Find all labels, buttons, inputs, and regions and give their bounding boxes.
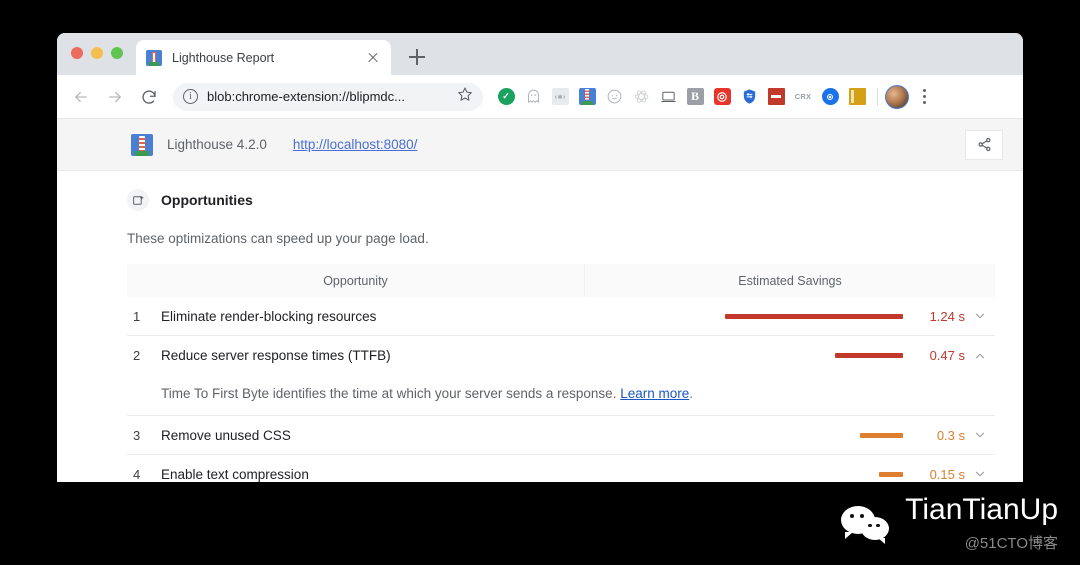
wechat-icon bbox=[841, 504, 897, 544]
checkmark-green-icon[interactable]: ✓ bbox=[493, 84, 519, 110]
new-tab-button[interactable] bbox=[405, 45, 429, 69]
row-description-text: Time To First Byte identifies the time a… bbox=[161, 386, 621, 401]
browser-window: Lighthouse Report i blob:chrome-extensio… bbox=[57, 33, 1023, 482]
table-row[interactable]: 2 Reduce server response times (TTFB) 0.… bbox=[127, 336, 995, 375]
lighthouse-report: Lighthouse 4.2.0 http://localhost:8080/ … bbox=[57, 119, 1023, 482]
code-brackets-icon[interactable]: ‹∗› bbox=[547, 84, 573, 110]
row-value: 0.15 s bbox=[929, 466, 965, 482]
book-icon[interactable] bbox=[844, 84, 870, 110]
target-spiral-icon[interactable] bbox=[709, 84, 735, 110]
row-index: 1 bbox=[133, 308, 141, 324]
learn-more-link[interactable]: Learn more bbox=[620, 386, 689, 401]
bold-b-icon[interactable]: B bbox=[682, 84, 708, 110]
lighthouse-favicon-icon bbox=[146, 49, 162, 66]
row-index: 4 bbox=[133, 466, 141, 482]
table-row[interactable]: 1 Eliminate render-blocking resources 1.… bbox=[127, 297, 995, 336]
report-body: Opportunities These optimizations can sp… bbox=[57, 171, 1023, 482]
opportunities-icon bbox=[127, 189, 149, 211]
chrome-menu-button[interactable] bbox=[913, 84, 935, 110]
row-index: 3 bbox=[133, 427, 141, 443]
site-info-icon[interactable]: i bbox=[183, 89, 198, 104]
forward-button[interactable] bbox=[101, 83, 129, 111]
reload-button[interactable] bbox=[135, 83, 163, 111]
savings-bar bbox=[835, 353, 903, 358]
lighthouse-logo-icon bbox=[131, 133, 153, 156]
audited-url-link[interactable]: http://localhost:8080/ bbox=[293, 137, 418, 152]
maximize-window-button[interactable] bbox=[111, 47, 123, 59]
close-tab-icon[interactable] bbox=[365, 50, 381, 66]
section-header: Opportunities bbox=[127, 189, 963, 211]
savings-bar-container bbox=[697, 353, 907, 358]
savings-bar-container bbox=[697, 313, 907, 319]
watermark-subtitle: @51CTO博客 bbox=[964, 535, 1058, 552]
laptop-icon[interactable] bbox=[655, 84, 681, 110]
shield-icon[interactable] bbox=[736, 84, 762, 110]
savings-bar-container bbox=[697, 432, 907, 438]
crx-icon[interactable]: CRX bbox=[790, 84, 816, 110]
window-controls bbox=[71, 47, 123, 59]
bookmark-star-icon[interactable] bbox=[457, 86, 473, 107]
chevron-down-icon[interactable] bbox=[965, 428, 995, 442]
address-bar-url: blob:chrome-extension://blipmdc... bbox=[207, 89, 405, 104]
row-value: 0.47 s bbox=[929, 348, 965, 363]
watermark-title: TianTianUp bbox=[905, 493, 1058, 526]
row-description: Time To First Byte identifies the time a… bbox=[127, 375, 995, 416]
smiley-circle-icon[interactable] bbox=[601, 84, 627, 110]
ghost-icon[interactable] bbox=[520, 84, 546, 110]
chevron-down-icon[interactable] bbox=[965, 309, 995, 323]
table-row[interactable]: 4 Enable text compression 0.15 s bbox=[127, 455, 995, 482]
savings-bar-container bbox=[697, 471, 907, 477]
chevron-up-icon[interactable] bbox=[965, 349, 995, 363]
column-header-estimated-savings: Estimated Savings bbox=[585, 264, 995, 297]
tab-title: Lighthouse Report bbox=[172, 50, 275, 65]
tab-strip: Lighthouse Report bbox=[57, 33, 1023, 75]
row-value: 0.3 s bbox=[936, 427, 965, 443]
savings-bar bbox=[879, 471, 903, 477]
toolbar-divider bbox=[877, 87, 878, 106]
table-header-row: Opportunity Estimated Savings bbox=[127, 264, 995, 297]
section-description: These optimizations can speed up your pa… bbox=[127, 231, 429, 246]
column-header-opportunity: Opportunity bbox=[127, 264, 585, 297]
minimize-window-button[interactable] bbox=[91, 47, 103, 59]
react-atom-icon[interactable] bbox=[628, 84, 654, 110]
report-header: Lighthouse 4.2.0 http://localhost:8080/ bbox=[57, 119, 1023, 171]
browser-toolbar: i blob:chrome-extension://blipmdc... ✓ ‹… bbox=[57, 75, 1023, 119]
address-bar[interactable]: i blob:chrome-extension://blipmdc... bbox=[173, 82, 483, 111]
savings-bar bbox=[725, 313, 903, 319]
back-button[interactable] bbox=[67, 83, 95, 111]
opportunities-table: Opportunity Estimated Savings 1 Eliminat… bbox=[127, 264, 995, 482]
profile-avatar[interactable] bbox=[885, 84, 909, 109]
row-index: 2 bbox=[133, 348, 141, 363]
calculator-icon[interactable] bbox=[763, 84, 789, 110]
row-description-suffix: . bbox=[689, 386, 694, 401]
browser-tab[interactable]: Lighthouse Report bbox=[136, 40, 391, 75]
lighthouse-extension-icon[interactable] bbox=[574, 84, 600, 110]
row-title: Remove unused CSS bbox=[161, 427, 291, 443]
lighthouse-version: Lighthouse 4.2.0 bbox=[167, 137, 267, 152]
savings-bar bbox=[860, 432, 903, 438]
row-title: Eliminate render-blocking resources bbox=[161, 308, 377, 324]
row-title: Reduce server response times (TTFB) bbox=[161, 348, 391, 363]
chevron-down-icon[interactable] bbox=[965, 467, 995, 481]
page-title: Opportunities bbox=[161, 192, 253, 208]
watermark-text: TianTianUp @51CTO博客 bbox=[905, 495, 1058, 553]
close-window-button[interactable] bbox=[71, 47, 83, 59]
row-value: 1.24 s bbox=[929, 308, 965, 324]
eye-target-icon[interactable] bbox=[817, 84, 843, 110]
extension-icons: ✓ ‹∗› B CRX bbox=[493, 84, 935, 110]
watermark: TianTianUp @51CTO博客 bbox=[841, 495, 1058, 553]
share-button[interactable] bbox=[965, 129, 1003, 160]
table-row[interactable]: 3 Remove unused CSS 0.3 s bbox=[127, 416, 995, 455]
row-title: Enable text compression bbox=[161, 466, 309, 482]
